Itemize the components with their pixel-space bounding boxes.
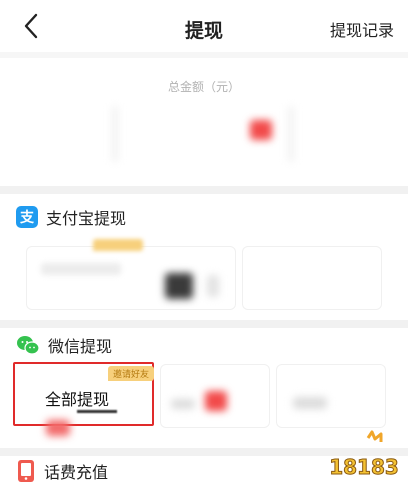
phone-recharge-title: 话费充值 xyxy=(44,465,109,482)
withdraw-records-link[interactable]: 提现记录 xyxy=(330,17,394,41)
alipay-section-header: 支 支付宝提现 xyxy=(16,204,126,230)
wechat-all-withdraw-option[interactable]: 邀请好友 全部提现 xyxy=(13,362,154,426)
svg-text:18183: 18183 xyxy=(329,455,399,479)
watermark-logo: 18183 xyxy=(328,428,400,492)
wechat-section-title: 微信提现 xyxy=(48,339,113,356)
wechat-icon xyxy=(17,336,40,355)
total-amount-card: 总金额（元） xyxy=(0,58,408,186)
18183-logo-icon: 18183 xyxy=(329,430,399,480)
wechat-section-header: 微信提现 xyxy=(16,332,112,358)
wechat-withdraw-option-3[interactable] xyxy=(276,364,386,428)
alipay-withdraw-option[interactable] xyxy=(26,239,236,310)
total-amount-label: 总金额（元） xyxy=(167,80,240,94)
alipay-withdraw-option-2[interactable] xyxy=(242,246,382,310)
all-withdraw-label: 全部提现 xyxy=(45,392,110,409)
phone-icon xyxy=(18,460,34,482)
invite-friends-badge: 邀请好友 xyxy=(107,366,154,381)
total-amount-value xyxy=(0,98,408,168)
phone-recharge-header: 话费充值 xyxy=(16,458,108,484)
top-nav-bar: 提现 提现记录 xyxy=(0,0,408,52)
alipay-icon: 支 xyxy=(16,206,38,228)
alipay-section-title: 支付宝提现 xyxy=(46,211,127,228)
wechat-withdraw-option-2[interactable] xyxy=(160,364,270,428)
